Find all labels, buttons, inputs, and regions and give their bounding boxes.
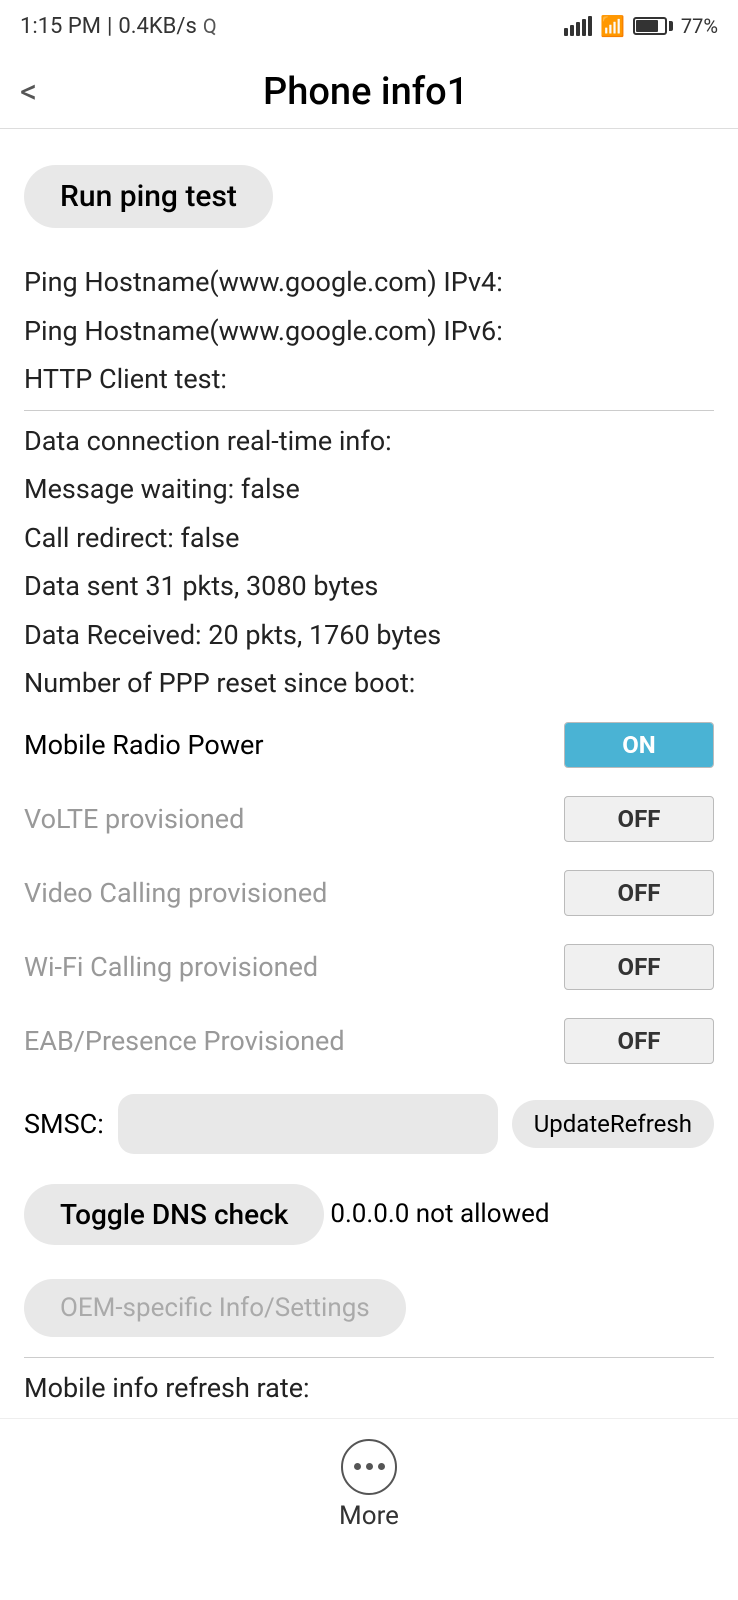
dot-3 [378,1463,385,1470]
battery-icon [633,17,673,35]
oem-settings-button[interactable]: OEM-specific Info/Settings [24,1279,406,1337]
call-redirect-line: Call redirect: false [24,514,714,563]
status-left: 1:15 PM | 0.4KB/s Q [20,14,217,39]
volte-off-label[interactable]: OFF [565,797,713,841]
ppp-reset-line: Number of PPP reset since boot: [24,659,714,708]
wifi-calling-prov-toggle[interactable]: OFF [564,944,714,990]
battery-percent: 77% [681,14,718,38]
main-content: Run ping test Ping Hostname(www.google.c… [0,129,738,1418]
ping-ipv6-line: Ping Hostname(www.google.com) IPv6: [24,307,714,356]
status-bar: 1:15 PM | 0.4KB/s Q 📶 77% [0,0,738,52]
eab-prov-label: EAB/Presence Provisioned [24,1025,345,1057]
volte-prov-toggle[interactable]: OFF [564,796,714,842]
mobile-radio-power-row: Mobile Radio Power ON [24,708,714,782]
volte-prov-label: VoLTE provisioned [24,803,244,835]
header: < Phone info1 [0,52,738,129]
video-calling-off-label[interactable]: OFF [565,871,713,915]
http-client-line: HTTP Client test: [24,355,714,404]
message-waiting-line: Message waiting: false [24,465,714,514]
wifi-calling-prov-row: Wi-Fi Calling provisioned OFF [24,930,714,1004]
eab-prov-toggle[interactable]: OFF [564,1018,714,1064]
video-calling-prov-toggle[interactable]: OFF [564,870,714,916]
toggle-dns-note: 0.0.0.0 not allowed [330,1199,549,1229]
wifi-calling-prov-label: Wi-Fi Calling provisioned [24,951,318,983]
bottom-bar: More [0,1418,738,1561]
back-button[interactable]: < [20,75,37,109]
dot-2 [366,1463,373,1470]
eab-prov-row: EAB/Presence Provisioned OFF [24,1004,714,1078]
separator: | [107,14,112,39]
mobile-radio-power-label: Mobile Radio Power [24,729,264,761]
search-label: Q [203,14,217,38]
divider-2 [24,1357,714,1358]
toggle-on-indicator[interactable]: ON [565,723,713,767]
toggle-dns-button[interactable]: Toggle DNS check [24,1184,324,1245]
status-right: 📶 77% [564,14,718,38]
mobile-radio-power-toggle[interactable]: ON [564,722,714,768]
smsc-row: SMSC: UpdateRefresh [24,1078,714,1170]
signal-icon [564,16,592,36]
more-label: More [339,1501,399,1531]
time-label: 1:15 PM [20,14,101,39]
video-calling-prov-label: Video Calling provisioned [24,877,327,909]
toggle-dns-row: Toggle DNS check 0.0.0.0 not allowed [24,1170,714,1259]
volte-prov-row: VoLTE provisioned OFF [24,782,714,856]
page-title: Phone info1 [47,70,684,114]
smsc-input[interactable] [118,1094,498,1154]
more-button[interactable] [341,1439,397,1495]
data-sent-line: Data sent 31 pkts, 3080 bytes [24,562,714,611]
eab-off-label[interactable]: OFF [565,1019,713,1063]
data-received-line: Data Received: 20 pkts, 1760 bytes [24,611,714,660]
video-calling-prov-row: Video Calling provisioned OFF [24,856,714,930]
data-connection-line: Data connection real-time info: [24,417,714,466]
mobile-refresh-label: Mobile info refresh rate: [24,1364,714,1418]
run-ping-button[interactable]: Run ping test [24,165,273,228]
ping-ipv4-line: Ping Hostname(www.google.com) IPv4: [24,258,714,307]
smsc-label: SMSC: [24,1108,104,1140]
wifi-calling-off-label[interactable]: OFF [565,945,713,989]
speed-label: 0.4KB/s [118,14,196,39]
smsc-update-refresh-button[interactable]: UpdateRefresh [512,1100,714,1148]
wifi-icon: 📶 [600,14,625,38]
dot-1 [354,1463,361,1470]
divider-1 [24,410,714,411]
